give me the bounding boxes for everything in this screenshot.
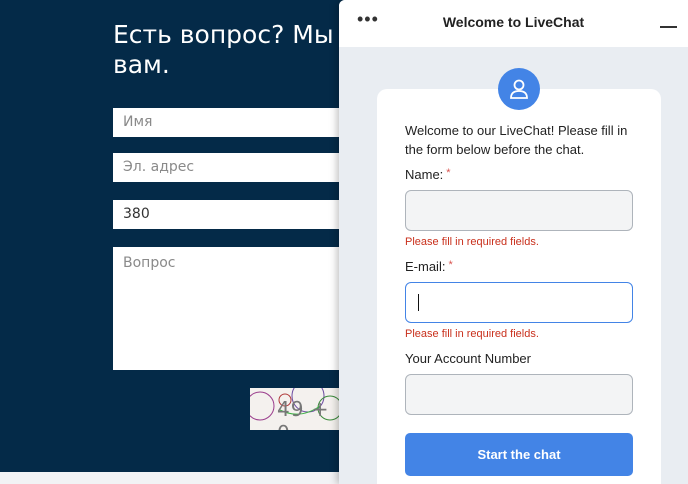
name-label-text: Name: [405, 167, 444, 182]
livechat-widget: ••• Welcome to LiveChat Welcome to our L… [339, 0, 688, 484]
email-error-message: Please fill in required fields. [405, 328, 539, 340]
email-label-text: E-mail: [405, 259, 446, 274]
welcome-message: Welcome to our LiveChat! Please fill in … [405, 123, 628, 157]
chat-name-input[interactable] [405, 190, 633, 231]
name-label: Name: * [405, 167, 451, 182]
chat-email-input[interactable] [405, 282, 633, 323]
chat-title: Welcome to LiveChat [442, 14, 585, 30]
chat-header: ••• Welcome to LiveChat [339, 0, 688, 47]
account-number-input[interactable] [405, 374, 633, 415]
email-field[interactable]: Эл. адрес [113, 153, 353, 182]
account-number-label: Your Account Number [405, 351, 531, 366]
phone-field[interactable]: 380 [113, 200, 353, 229]
user-icon [510, 79, 528, 99]
name-error-message: Please fill in required fields. [405, 236, 539, 248]
required-marker: * [448, 259, 453, 271]
question-field[interactable]: Вопрос [113, 247, 353, 370]
email-label: E-mail: * [405, 259, 453, 274]
user-avatar-icon [498, 68, 540, 110]
captcha-image: 49 + 0 [250, 388, 350, 430]
text-cursor [418, 294, 419, 311]
name-field[interactable]: Имя [113, 108, 353, 137]
minimize-icon[interactable] [660, 26, 677, 28]
required-marker: * [446, 167, 451, 179]
start-chat-button[interactable]: Start the chat [405, 433, 633, 476]
